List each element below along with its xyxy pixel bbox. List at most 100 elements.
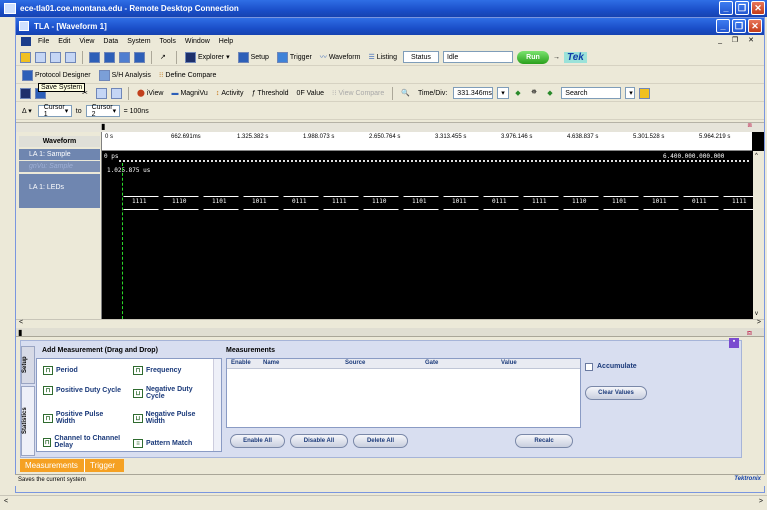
- measure-negative-pulse-width[interactable]: ⊔ Negative Pulse Width: [133, 411, 213, 425]
- waveform-vscroll[interactable]: ^ v: [753, 151, 764, 319]
- close-button[interactable]: ✕: [751, 1, 765, 15]
- row-label-la1-sample[interactable]: LA 1: Sample: [19, 149, 100, 160]
- tek-button[interactable]: Tek: [563, 51, 587, 63]
- menu-help[interactable]: Help: [219, 38, 233, 45]
- magnivu-button[interactable]: ▬ MagniVu: [169, 87, 209, 100]
- col-name[interactable]: Name: [263, 360, 279, 366]
- disable-all-button[interactable]: Disable All: [290, 434, 348, 448]
- recalc-button[interactable]: Recalc: [515, 434, 573, 448]
- minimize-button[interactable]: _: [719, 1, 733, 15]
- zoom-icon[interactable]: 🔍: [399, 87, 412, 100]
- pointer-icon[interactable]: ↗: [158, 51, 170, 64]
- protocol-designer-button[interactable]: Protocol Designer: [20, 69, 93, 82]
- enable-all-button[interactable]: Enable All: [230, 434, 285, 448]
- panel-side-tabs: Setup Statistics: [21, 346, 35, 456]
- waveform-button[interactable]: 〰 Waveform: [318, 51, 363, 64]
- mdi-controls[interactable]: _ ❐ ✕: [718, 36, 758, 44]
- restore-button[interactable]: ❐: [735, 1, 749, 15]
- measure-pattern-match[interactable]: ≡ Pattern Match: [133, 439, 192, 448]
- search-field[interactable]: Search: [561, 87, 622, 99]
- bus-value-label: 1110: [372, 198, 387, 205]
- panel-pin-icon[interactable]: ▪: [729, 338, 739, 348]
- print-icon[interactable]: [50, 51, 61, 63]
- remote-desktop-hscroll[interactable]: < >: [0, 495, 767, 510]
- iview-button[interactable]: ⬤ iView: [135, 87, 165, 100]
- row-label-magnivu-sample[interactable]: gnVu: Sample: [19, 161, 100, 172]
- trigger-button[interactable]: Trigger: [275, 51, 314, 64]
- tab-measurements[interactable]: Measurements: [20, 459, 84, 472]
- measure-positive-duty-cycle[interactable]: ⊓ Positive Duty Cycle: [43, 386, 123, 395]
- app-close-button[interactable]: ✕: [748, 19, 762, 33]
- tab-statistics[interactable]: Statistics: [21, 386, 35, 456]
- add-list-scrollbar[interactable]: [213, 359, 221, 451]
- status-button[interactable]: Status: [402, 51, 439, 63]
- binoculars-icon[interactable]: ⛯: [529, 87, 541, 100]
- col-value[interactable]: Value: [501, 360, 517, 366]
- app-minimize-button[interactable]: _: [716, 19, 730, 33]
- clear-values-button[interactable]: Clear Values: [585, 386, 647, 400]
- define-compare-button[interactable]: ⁝⁝ Define Compare: [157, 69, 218, 82]
- view-toolbar: ✂ ⬤ iView ▬ MagniVu ↕ Activity ƒ Threshold 0…: [16, 85, 764, 102]
- grid-icon[interactable]: [89, 51, 100, 63]
- measure-positive-pulse-width[interactable]: ⊓ Positive Pulse Width: [43, 411, 123, 425]
- app-restore-button[interactable]: ❐: [732, 19, 746, 33]
- paste-icon[interactable]: [111, 87, 122, 99]
- explorer-button[interactable]: Explorer ▾: [183, 51, 232, 64]
- setup-button[interactable]: Setup: [236, 51, 271, 64]
- col-source[interactable]: Source: [345, 360, 365, 366]
- bus-value-label: 1111: [732, 198, 747, 205]
- menu-view[interactable]: View: [79, 38, 94, 45]
- menu-data[interactable]: Data: [103, 38, 118, 45]
- menu-tools[interactable]: Tools: [160, 38, 176, 45]
- measure-frequency[interactable]: ⊓ Frequency: [133, 366, 181, 375]
- measure-period[interactable]: ⊓ Period: [43, 366, 78, 375]
- nav-icon[interactable]: [20, 87, 31, 99]
- leds-bus: 1111 1110 1101 1011 0111 1111 1110 1101 1011 0111…: [103, 151, 753, 251]
- time-div-dropdown[interactable]: ▾: [497, 87, 510, 99]
- screen-icon[interactable]: [65, 51, 76, 63]
- threshold-button[interactable]: ƒ Threshold: [250, 87, 291, 100]
- save-icon[interactable]: [35, 51, 46, 63]
- activity-button[interactable]: ↕ Activity: [214, 87, 246, 100]
- layout-icon[interactable]: [119, 51, 130, 63]
- app-title: TLA - [Waveform 1]: [34, 22, 107, 31]
- ruler-tick-label: 0 s: [105, 134, 114, 140]
- listing-button[interactable]: ☰ Listing: [366, 51, 399, 64]
- cursor1-select[interactable]: Cursor 1 ▾: [37, 104, 72, 118]
- measure-channel-delay[interactable]: ⊓ Channel to Channel Delay: [43, 435, 123, 449]
- menu-file[interactable]: File: [38, 38, 49, 45]
- window-icon[interactable]: [134, 51, 145, 63]
- sh-analysis-button[interactable]: S/H Analysis: [97, 69, 153, 82]
- pane-splitter[interactable]: ▮ ⧈: [16, 328, 764, 337]
- value-button[interactable]: 0F Value: [295, 87, 327, 100]
- new-icon[interactable]: [20, 51, 31, 63]
- pin-icon[interactable]: ⧈: [748, 122, 752, 130]
- run-button[interactable]: Run: [516, 50, 549, 64]
- search-next-icon[interactable]: ◆: [545, 87, 557, 100]
- row-label-la1-leds[interactable]: LA 1: LEDs: [19, 174, 100, 208]
- search-prev-icon[interactable]: ◆: [513, 87, 525, 100]
- accumulate-checkbox[interactable]: [585, 363, 593, 371]
- menu-system[interactable]: System: [127, 38, 150, 45]
- waveform-hscroll[interactable]: < >: [16, 319, 764, 328]
- ruler-tick-label: 4.638.837 s: [567, 134, 599, 140]
- cursor-marker-icon[interactable]: ▮: [101, 122, 105, 131]
- tab-setup[interactable]: Setup: [21, 346, 35, 384]
- add-measurement-title: Add Measurement (Drag and Drop): [42, 347, 158, 354]
- cursor2-select[interactable]: Cursor 2 ▾: [85, 104, 120, 118]
- copy-icon[interactable]: [96, 87, 107, 99]
- search-options-icon[interactable]: [639, 87, 651, 99]
- delete-all-button[interactable]: Delete All: [353, 434, 408, 448]
- status-message: Saves the current system: [18, 477, 86, 483]
- measure-negative-duty-cycle[interactable]: ⊔ Negative Duty Cycle: [133, 386, 213, 400]
- col-enable[interactable]: Enable: [231, 360, 251, 366]
- search-dropdown[interactable]: ▾: [625, 87, 636, 99]
- tab-trigger[interactable]: Trigger: [84, 459, 124, 472]
- col-gate[interactable]: Gate: [425, 360, 438, 366]
- table-icon[interactable]: [104, 51, 115, 63]
- menu-edit[interactable]: Edit: [58, 38, 70, 45]
- delta-icon[interactable]: Δ ▾: [20, 105, 34, 118]
- menu-window[interactable]: Window: [185, 38, 210, 45]
- view-compare-button[interactable]: ⁝⁝ View Compare: [330, 87, 386, 100]
- time-div-field[interactable]: 331.346ms: [453, 87, 494, 99]
